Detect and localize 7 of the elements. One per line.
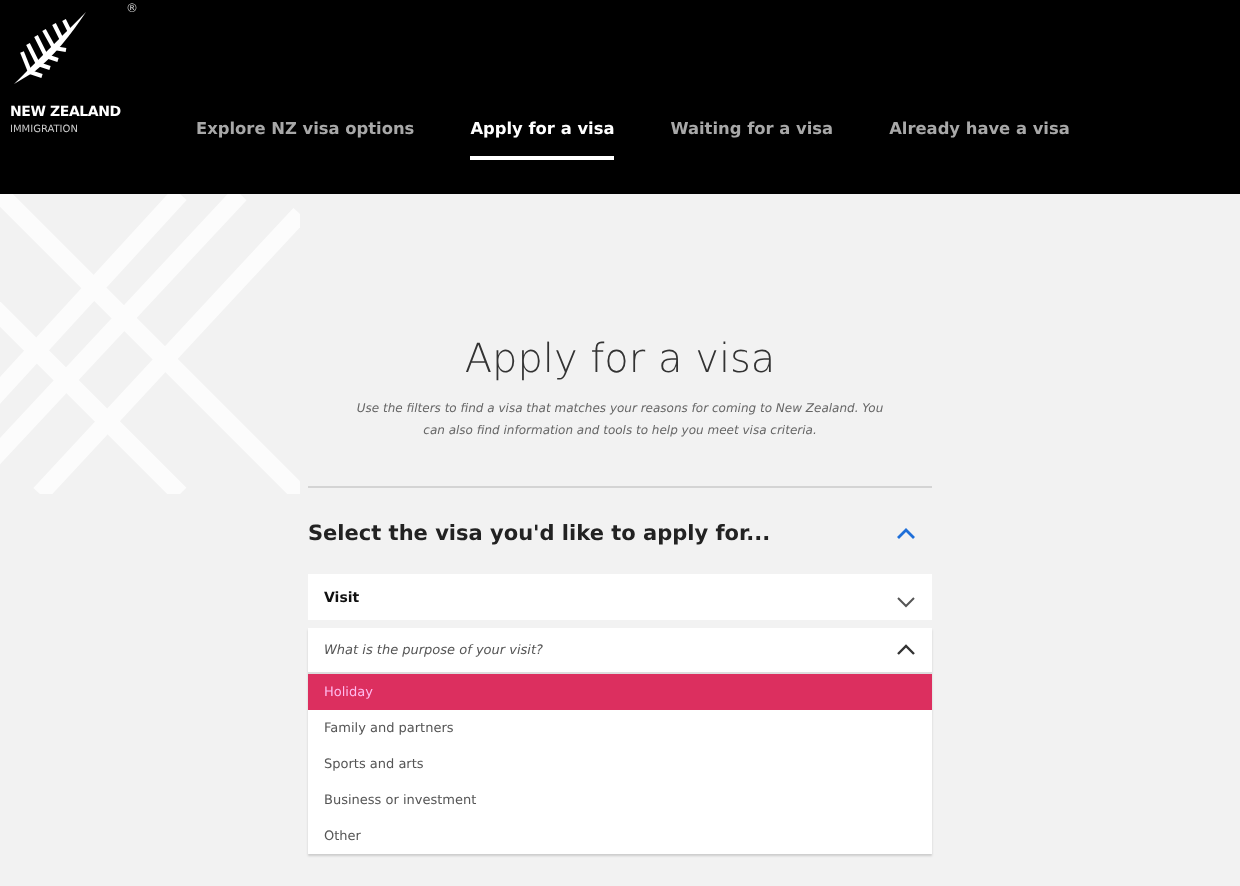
nav-tab[interactable]: Already have a visa (889, 118, 1070, 160)
chevron-icon[interactable] (896, 528, 916, 540)
section-heading: Select the visa you'd like to apply for... (308, 522, 771, 546)
page-title: Apply for a visa (462, 334, 778, 382)
nav-tab[interactable]: Explore NZ visa options (196, 118, 415, 160)
nav-tab[interactable]: Waiting for a visa (670, 118, 834, 160)
nav-tab[interactable]: Apply for a visa (470, 118, 615, 160)
